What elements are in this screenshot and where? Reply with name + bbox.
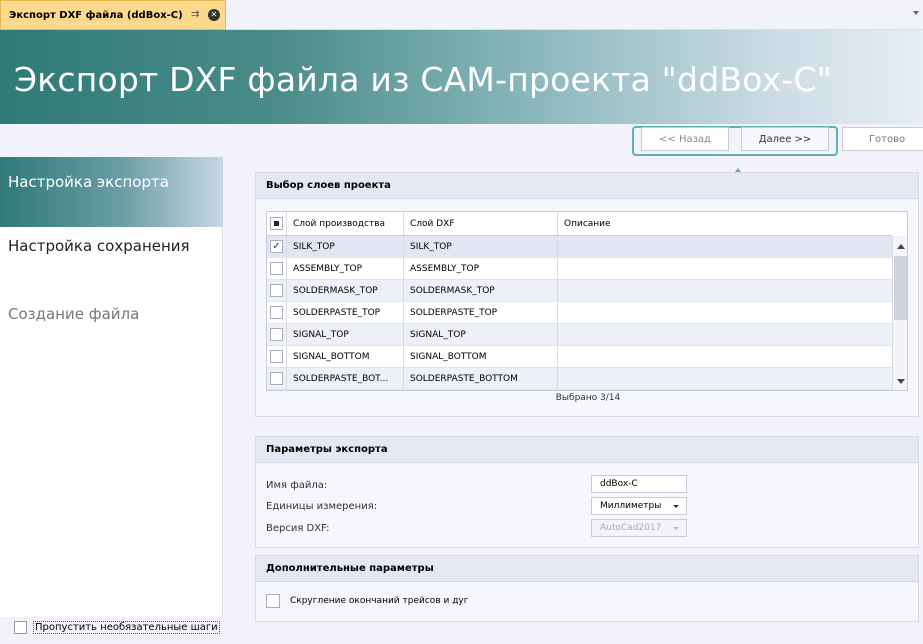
extra-params-group: Дополнительные параметры Скругление окон… [255, 555, 919, 622]
cell-description [558, 280, 892, 301]
table-header-row: Слой производства Слой DXF Описание [267, 212, 892, 236]
row-checkbox[interactable] [270, 284, 283, 297]
units-value: Миллиметры [600, 501, 662, 511]
scroll-thumb[interactable] [894, 256, 907, 320]
cell-dxf-layer: SOLDERMASK_TOP [404, 280, 558, 301]
wizard-steps: Настройка экспорта Настройка сохранения … [0, 157, 223, 617]
cell-prod-layer: SIGNAL_TOP [287, 324, 404, 345]
selected-count: Выбрано 3/14 [555, 393, 621, 403]
row-checkbox[interactable]: ✓ [270, 240, 283, 253]
export-params-header: Параметры экспорта [256, 437, 918, 463]
row-checkbox[interactable] [270, 306, 283, 319]
dxf-version-label: Версия DXF: [266, 523, 330, 534]
skip-optional-label: Пропустить необязательные шаги [33, 621, 220, 634]
cell-prod-layer: SOLDERPASTE_BOT... [287, 368, 404, 389]
table-row[interactable]: SOLDERPASTE_TOP SOLDERPASTE_TOP [267, 302, 892, 324]
file-name-field[interactable]: ddBox-C [591, 475, 687, 493]
cell-prod-layer: SIGNAL_BOTTOM [287, 346, 404, 367]
cell-description [558, 368, 892, 389]
cell-prod-layer: SOLDERMASK_TOP [287, 280, 404, 301]
table-row[interactable]: SOLDERPASTE_BOT... SOLDERPASTE_BOTTOM [267, 368, 892, 390]
row-checkbox[interactable] [270, 372, 283, 385]
skip-optional-checkbox[interactable] [14, 621, 27, 634]
layers-group-header: Выбор слоев проекта [256, 173, 918, 199]
wizard-banner: Экспорт DXF файла из CAM-проекта "ddBox-… [0, 30, 923, 124]
round-ends-option[interactable]: Скругление окончаний трейсов и дуг [266, 594, 468, 608]
tab-title: Экспорт DXF файла (ddBox-C) [9, 9, 183, 21]
skip-optional-option[interactable]: Пропустить необязательные шаги [14, 621, 220, 634]
pin-icon[interactable]: ⇉ [191, 9, 199, 20]
column-header-desc[interactable]: Описание [558, 212, 892, 235]
units-select[interactable]: Миллиметры [591, 497, 687, 515]
cell-dxf-layer: SIGNAL_TOP [404, 324, 558, 345]
scroll-up-icon[interactable] [897, 244, 905, 249]
dxf-version-select: AutoCad2017 [591, 519, 687, 537]
cell-prod-layer: SOLDERPASTE_TOP [287, 302, 404, 323]
row-checkbox[interactable] [270, 350, 283, 363]
cell-dxf-layer: ASSEMBLY_TOP [404, 258, 558, 279]
step-create-file[interactable]: Создание файла [0, 305, 223, 323]
units-label: Единицы измерения: [266, 501, 378, 512]
table-row[interactable]: SOLDERMASK_TOP SOLDERMASK_TOP [267, 280, 892, 302]
document-tabstrip: Экспорт DXF файла (ddBox-C) ⇉ ✕ [0, 0, 923, 30]
page-title: Экспорт DXF файла из CAM-проекта "ddBox-… [14, 60, 833, 99]
table-row[interactable]: SIGNAL_TOP SIGNAL_TOP [267, 324, 892, 346]
cell-dxf-layer: SOLDERPASTE_BOTTOM [404, 368, 558, 389]
chevron-down-icon [673, 527, 679, 530]
row-checkbox[interactable] [270, 262, 283, 275]
cell-prod-layer: SILK_TOP [287, 236, 404, 257]
file-name-label: Имя файла: [266, 480, 328, 491]
cell-description [558, 324, 892, 345]
next-button[interactable]: Далее >> [741, 127, 829, 151]
column-header-prod[interactable]: Слой производства [287, 212, 404, 235]
back-button[interactable]: << Назад [641, 127, 729, 151]
table-row[interactable]: ASSEMBLY_TOP ASSEMBLY_TOP [267, 258, 892, 280]
table-row[interactable]: ✓ SILK_TOP SILK_TOP [267, 236, 892, 258]
layers-table: Слой производства Слой DXF Описание ✓ SI… [266, 211, 908, 391]
document-tab[interactable]: Экспорт DXF файла (ddBox-C) ⇉ ✕ [0, 0, 226, 30]
done-button[interactable]: Готово [842, 127, 923, 151]
column-header-dxf[interactable]: Слой DXF [404, 212, 558, 235]
cell-prod-layer: ASSEMBLY_TOP [287, 258, 404, 279]
close-icon[interactable]: ✕ [208, 9, 220, 21]
table-row[interactable]: SIGNAL_BOTTOM SIGNAL_BOTTOM [267, 346, 892, 368]
cell-dxf-layer: SOLDERPASTE_TOP [404, 302, 558, 323]
chevron-down-icon[interactable] [673, 505, 679, 508]
export-params-group: Параметры экспорта Имя файла: ddBox-C Ед… [255, 436, 919, 548]
chevron-down-icon[interactable] [913, 11, 919, 15]
cell-dxf-layer: SIGNAL_BOTTOM [404, 346, 558, 367]
dxf-version-value: AutoCad2017 [600, 523, 662, 533]
cell-dxf-layer: SILK_TOP [404, 236, 558, 257]
table-scrollbar[interactable] [892, 236, 907, 390]
round-ends-label: Скругление окончаний трейсов и дуг [290, 596, 469, 606]
cell-description [558, 302, 892, 323]
step-save-settings[interactable]: Настройка сохранения [0, 237, 223, 255]
cell-description [558, 258, 892, 279]
layers-group: Выбор слоев проекта Слой производства Сл… [255, 172, 919, 417]
cell-description [558, 346, 892, 367]
step-export-settings[interactable]: Настройка экспорта [0, 157, 223, 227]
select-all-checkbox[interactable] [270, 217, 283, 230]
scroll-down-icon[interactable] [897, 379, 905, 384]
extra-params-header: Дополнительные параметры [256, 556, 918, 582]
row-checkbox[interactable] [270, 328, 283, 341]
cell-description [558, 236, 892, 257]
round-ends-checkbox[interactable] [266, 594, 280, 608]
